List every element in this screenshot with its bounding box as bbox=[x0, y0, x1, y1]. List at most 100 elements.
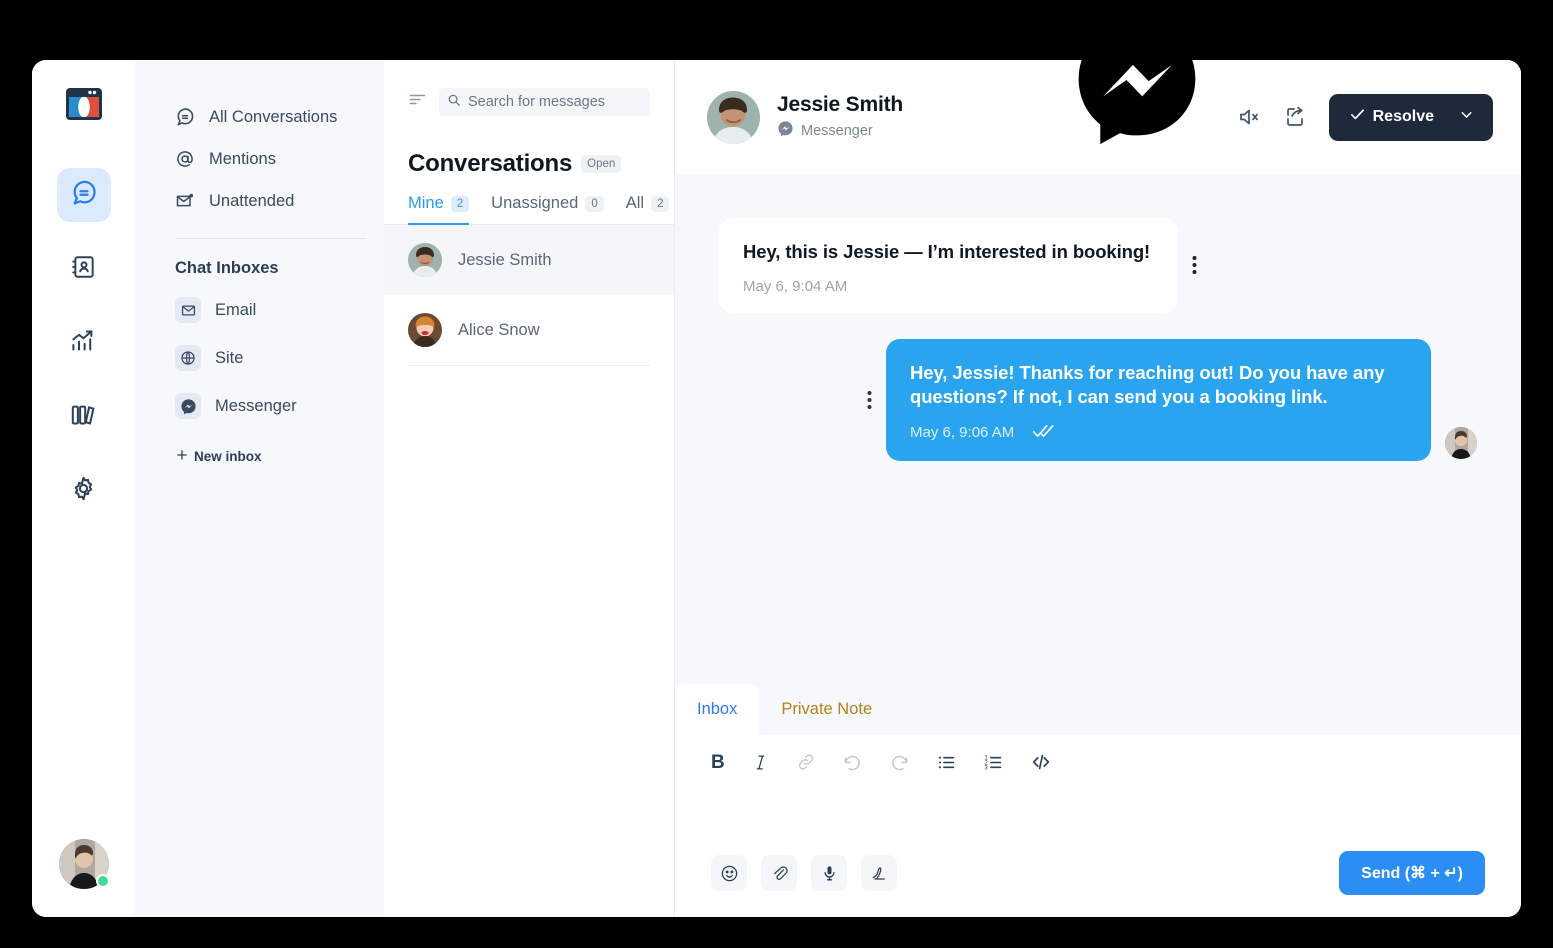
message-input[interactable] bbox=[675, 789, 1521, 851]
envelope-icon bbox=[175, 297, 201, 323]
numbered-list-icon[interactable]: 1 2 3 bbox=[983, 752, 1004, 773]
nav-item-mentions[interactable]: Mentions bbox=[135, 138, 384, 180]
sidebar-item-settings[interactable] bbox=[57, 464, 111, 518]
search-row bbox=[384, 60, 674, 116]
message-area: Hey, this is Jessie — I’m interested in … bbox=[675, 174, 1521, 684]
message-bubble-outgoing: Hey, Jessie! Thanks for reaching out! Do… bbox=[886, 338, 1431, 461]
messenger-icon bbox=[175, 393, 201, 419]
bold-icon[interactable]: B bbox=[711, 753, 725, 772]
tab-count: 0 bbox=[585, 195, 604, 212]
resolve-button[interactable]: Resolve bbox=[1328, 93, 1493, 141]
send-button[interactable]: Send (⌘ + ↵) bbox=[1339, 851, 1485, 895]
paperclip-icon[interactable] bbox=[761, 855, 797, 891]
tab-count: 2 bbox=[450, 195, 470, 212]
globe-icon bbox=[175, 345, 201, 371]
tab-private-note[interactable]: Private Note bbox=[759, 684, 894, 735]
folder-nav: All Conversations Mentions Unattended Ch… bbox=[135, 60, 384, 917]
smiley-icon[interactable] bbox=[711, 855, 747, 891]
envelope-dot-icon bbox=[175, 191, 195, 211]
code-icon[interactable] bbox=[1030, 751, 1052, 773]
avatar[interactable] bbox=[58, 839, 110, 889]
tab-mine[interactable]: Mine 2 bbox=[408, 194, 470, 225]
contact-name: Jessie Smith bbox=[777, 93, 903, 116]
message-timestamp: May 6, 9:06 AM bbox=[910, 424, 1015, 442]
messenger-icon bbox=[777, 120, 794, 141]
message-row: Hey, Jessie! Thanks for reaching out! Do… bbox=[719, 338, 1477, 461]
nav-item-unattended[interactable]: Unattended bbox=[135, 180, 384, 222]
microphone-icon[interactable] bbox=[811, 855, 847, 891]
page-title: Conversations bbox=[408, 150, 573, 177]
sidebar-item-conversations[interactable] bbox=[56, 168, 111, 222]
conversation-tabs: Mine 2 Unassigned 0 All 2 bbox=[384, 178, 674, 225]
share-export-icon[interactable] bbox=[1283, 105, 1307, 129]
chevron-down-icon bbox=[1458, 106, 1475, 128]
search-box[interactable] bbox=[439, 88, 650, 116]
avatar bbox=[408, 313, 442, 347]
chat-header: Jessie Smith Messenger Resolve bbox=[675, 60, 1521, 174]
italic-icon[interactable] bbox=[751, 753, 770, 772]
bullet-list-icon[interactable] bbox=[936, 752, 957, 773]
search-input[interactable] bbox=[468, 94, 642, 110]
composer-bottom-bar: Send (⌘ + ↵) bbox=[675, 851, 1521, 917]
message-menu-icon[interactable] bbox=[867, 390, 872, 410]
message-text: Hey, Jessie! Thanks for reaching out! Do… bbox=[910, 361, 1385, 408]
inbox-item-email[interactable]: Email bbox=[135, 286, 384, 334]
nav-item-label: Unattended bbox=[209, 191, 295, 210]
redo-icon[interactable] bbox=[889, 752, 910, 773]
inbox-item-label: Messenger bbox=[215, 396, 297, 415]
message-timestamp: May 6, 9:04 AM bbox=[743, 277, 848, 295]
conversations-header: Conversations Open bbox=[384, 116, 674, 178]
tab-inbox[interactable]: Inbox bbox=[675, 684, 760, 735]
chat-panel: Jessie Smith Messenger Resolve Hey, this… bbox=[675, 60, 1521, 917]
search-icon bbox=[447, 93, 461, 112]
new-inbox-label: New inbox bbox=[194, 449, 262, 464]
list-divider bbox=[408, 365, 650, 366]
chat-inboxes-title: Chat Inboxes bbox=[175, 259, 279, 277]
tab-label: Unassigned bbox=[491, 194, 579, 212]
message-row: Hey, this is Jessie — I’m interested in … bbox=[719, 218, 1477, 313]
check-icon bbox=[1349, 106, 1366, 128]
sidebar-item-reports[interactable] bbox=[57, 316, 111, 370]
app-window: All Conversations Mentions Unattended Ch… bbox=[32, 60, 1521, 917]
undo-icon[interactable] bbox=[842, 752, 863, 773]
inbox-item-site[interactable]: Site bbox=[135, 334, 384, 382]
books-icon bbox=[70, 401, 97, 433]
at-sign-icon bbox=[175, 149, 195, 169]
sidebar-item-contacts[interactable] bbox=[57, 242, 111, 296]
chat-bubble-icon bbox=[70, 179, 98, 212]
nav-item-label: Mentions bbox=[209, 149, 276, 168]
composer-tabs: Inbox Private Note bbox=[675, 684, 1521, 735]
send-label: Send (⌘ + ↵) bbox=[1361, 865, 1463, 882]
contact-book-icon bbox=[71, 254, 97, 285]
tab-unassigned[interactable]: Unassigned 0 bbox=[491, 194, 604, 225]
list-item[interactable]: Alice Snow bbox=[384, 295, 674, 365]
svg-text:3: 3 bbox=[984, 764, 988, 771]
tab-label: All bbox=[625, 194, 645, 212]
composer-tab-label: Inbox bbox=[697, 700, 738, 718]
new-inbox-button[interactable]: New inbox bbox=[135, 430, 384, 465]
gear-icon bbox=[70, 475, 97, 507]
link-icon[interactable] bbox=[796, 752, 816, 772]
resolve-label: Resolve bbox=[1372, 108, 1434, 125]
sidebar-item-library[interactable] bbox=[57, 390, 111, 444]
brand-logo-icon[interactable] bbox=[62, 82, 106, 126]
composer-tab-label: Private Note bbox=[781, 700, 873, 718]
list-item-label: Jessie Smith bbox=[458, 250, 552, 269]
plus-icon bbox=[175, 448, 189, 465]
speaker-mute-icon[interactable] bbox=[1237, 105, 1261, 129]
composer: Inbox Private Note B 1 2 3 Send (⌘ + ↵) bbox=[675, 684, 1521, 917]
signature-icon[interactable] bbox=[861, 855, 897, 891]
filter-lines-icon[interactable] bbox=[408, 90, 427, 114]
list-item-label: Alice Snow bbox=[458, 320, 540, 339]
agent-avatar bbox=[1445, 426, 1477, 459]
inbox-item-label: Email bbox=[215, 300, 257, 319]
message-text: Hey, this is Jessie — I’m interested in … bbox=[743, 241, 1151, 262]
tab-all[interactable]: All 2 bbox=[626, 194, 670, 225]
inbox-item-label: Site bbox=[215, 348, 244, 367]
icon-rail bbox=[32, 60, 135, 917]
nav-item-all-conversations[interactable]: All Conversations bbox=[135, 96, 384, 138]
message-menu-icon[interactable] bbox=[1192, 255, 1197, 275]
inbox-item-messenger[interactable]: Messenger bbox=[135, 382, 384, 430]
resolve-dropdown-toggle[interactable] bbox=[1450, 106, 1493, 128]
list-item[interactable]: Jessie Smith bbox=[384, 225, 674, 295]
